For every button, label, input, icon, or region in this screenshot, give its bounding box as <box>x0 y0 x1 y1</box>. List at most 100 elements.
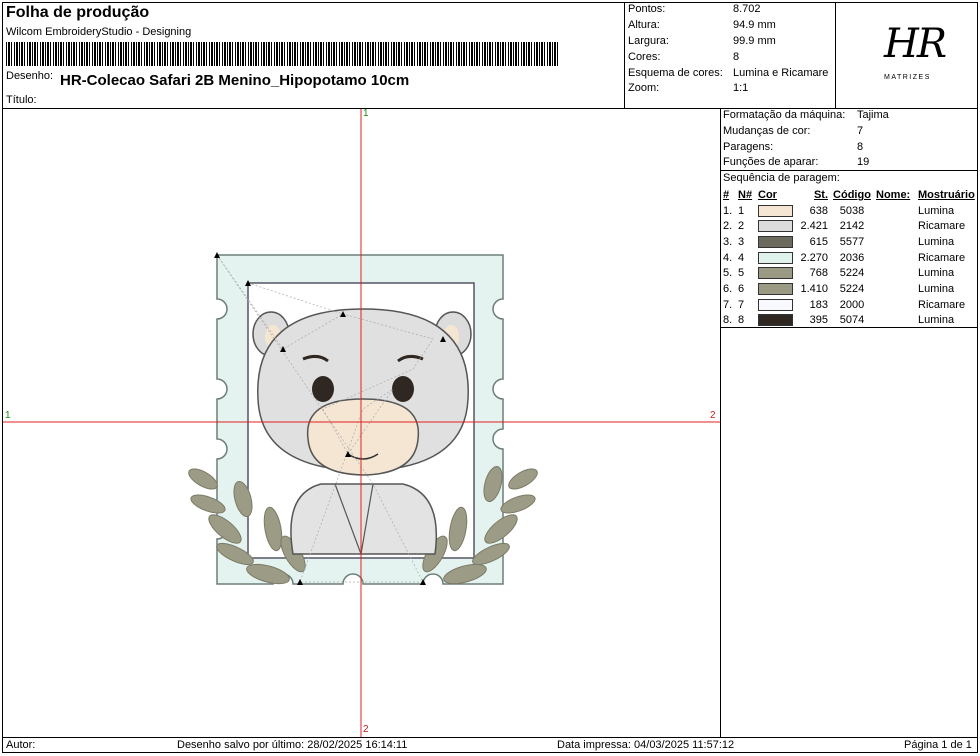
row-stitches: 2.270 <box>800 251 828 264</box>
row-code: 5224 <box>839 267 865 280</box>
stat-value: 1:1 <box>733 82 749 94</box>
row-index: 6. <box>723 282 733 295</box>
row-stitches: 615 <box>809 235 828 248</box>
row-needle: 8 <box>738 314 745 327</box>
row-name <box>874 297 916 313</box>
row-color-swatch <box>756 281 794 297</box>
row-index: 7. <box>723 298 733 311</box>
row-name <box>874 203 916 219</box>
machine-label: Paragens: <box>723 141 774 153</box>
stat-value: 99.9 mm <box>733 35 776 47</box>
stat-value: 94.9 mm <box>733 19 776 31</box>
row-name <box>874 313 916 329</box>
row-index: 5. <box>723 267 733 280</box>
col-index: # <box>723 188 730 201</box>
page-number: Página 1 de 1 <box>904 739 972 751</box>
row-code: 2036 <box>839 251 865 264</box>
row-code: 5074 <box>839 314 865 327</box>
row-needle: 4 <box>738 251 745 264</box>
row-chart: Lumina <box>918 204 955 217</box>
table-header-row: # N# Cor St. Código Nome: Mostruário <box>721 187 978 203</box>
table-row: 4. 4 2.270 2036 Ricamare <box>721 250 978 266</box>
row-name <box>874 250 916 266</box>
row-stitches: 2.421 <box>800 220 828 233</box>
design-label: Desenho: <box>6 70 54 82</box>
color-swatch <box>758 298 793 311</box>
table-row: 3. 3 615 5577 Lumina <box>721 234 978 250</box>
table-row: 8. 8 395 5074 Lumina <box>721 313 978 329</box>
row-color-swatch <box>756 250 794 266</box>
stat-value: 8.702 <box>733 3 761 15</box>
stat-label: Cores: <box>628 51 661 63</box>
row-stitches: 1.410 <box>800 282 828 295</box>
row-needle: 6 <box>738 282 745 295</box>
stat-label: Pontos: <box>628 3 666 15</box>
author-label: Autor: <box>6 739 36 751</box>
axis-label-left: 1 <box>5 410 11 421</box>
hippo-muzzle <box>306 398 420 476</box>
row-code: 5038 <box>839 204 865 217</box>
row-needle: 7 <box>738 298 745 311</box>
row-name <box>874 281 916 297</box>
stop-sequence-table: # N# Cor St. Código Nome: Mostruário 1. 1… <box>721 187 978 328</box>
table-row: 7. 7 183 2000 Ricamare <box>721 297 978 313</box>
color-swatch <box>758 220 793 233</box>
row-color-swatch <box>756 313 794 329</box>
col-chart: Mostruário <box>918 188 975 201</box>
row-color-swatch <box>756 234 794 250</box>
row-index: 4. <box>723 251 733 264</box>
machine-value: 7 <box>857 125 864 137</box>
stat-value: 8 <box>733 51 740 63</box>
row-needle: 5 <box>738 267 745 280</box>
row-code: 2000 <box>839 298 865 311</box>
barcode <box>6 42 558 66</box>
axis-label-bottom: 2 <box>363 724 369 735</box>
table-row: 1. 1 638 5038 Lumina <box>721 203 978 219</box>
title-label: Título: <box>6 94 37 106</box>
table-row: 5. 5 768 5224 Lumina <box>721 265 978 281</box>
row-needle: 1 <box>738 204 745 217</box>
print-date: Data impressa: 04/03/2025 11:57:12 <box>557 739 735 751</box>
col-name: Nome: <box>876 188 911 201</box>
row-chart: Lumina <box>918 235 955 248</box>
row-needle: 2 <box>738 220 745 233</box>
design-name: HR-Colecao Safari 2B Menino_Hipopotamo 1… <box>60 72 410 89</box>
row-color-swatch <box>756 265 794 281</box>
stat-value: Lumina e Ricamare <box>733 67 829 79</box>
row-chart: Lumina <box>918 267 955 280</box>
row-needle: 3 <box>738 235 745 248</box>
row-chart: Lumina <box>918 314 955 327</box>
row-name <box>874 234 916 250</box>
machine-label: Mudanças de cor: <box>723 125 811 137</box>
company-logo: HR MATRIZES <box>836 3 977 108</box>
row-code: 2142 <box>839 220 865 233</box>
stat-label: Zoom: <box>628 82 660 94</box>
axis-label-right: 2 <box>710 410 716 421</box>
stat-label: Altura: <box>628 19 660 31</box>
row-code: 5577 <box>839 235 865 248</box>
hippo-body <box>290 483 438 555</box>
row-stitches: 768 <box>809 267 828 280</box>
row-index: 8. <box>723 314 733 327</box>
row-name <box>874 218 916 234</box>
hippo-eye-right <box>392 376 414 402</box>
row-color-swatch <box>756 218 794 234</box>
design-preview <box>3 109 720 737</box>
row-name <box>874 265 916 281</box>
row-index: 2. <box>723 220 733 233</box>
table-row: 6. 6 1.410 5224 Lumina <box>721 281 978 297</box>
row-color-swatch <box>756 297 794 313</box>
stat-label: Esquema de cores: <box>628 67 723 79</box>
color-swatch <box>758 204 793 217</box>
row-stitches: 395 <box>809 314 828 327</box>
sequence-title: Sequência de paragem: <box>723 172 840 184</box>
row-chart: Lumina <box>918 282 955 295</box>
col-color: Cor <box>758 188 777 201</box>
saved-date: Desenho salvo por último: 28/02/2025 16:… <box>177 739 408 751</box>
row-chart: Ricamare <box>918 251 966 264</box>
row-code: 5224 <box>839 282 865 295</box>
table-row: 2. 2 2.421 2142 Ricamare <box>721 218 978 234</box>
machine-value: 8 <box>857 141 864 153</box>
row-chart: Ricamare <box>918 298 966 311</box>
row-chart: Ricamare <box>918 220 966 233</box>
